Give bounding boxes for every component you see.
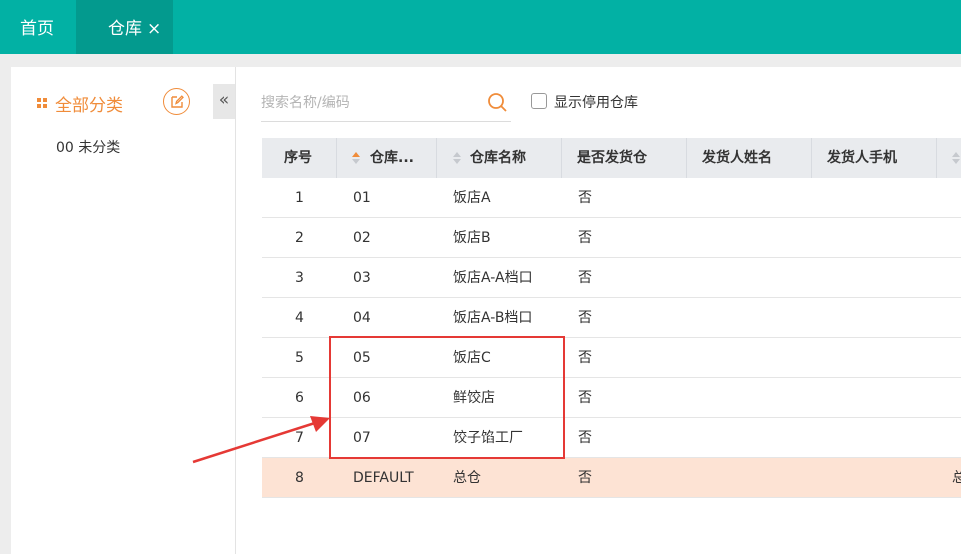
sort-icon[interactable]: [952, 152, 960, 164]
search-icon[interactable]: [487, 92, 509, 114]
header-code-label: 仓库...: [370, 150, 414, 166]
cell-index: 4: [295, 310, 304, 326]
cell-overflow: [952, 258, 961, 298]
cell-name: 饭店A: [453, 190, 491, 206]
cell-overflow: [952, 418, 961, 458]
cell-index: 3: [295, 270, 304, 286]
cell-overflow: [952, 178, 961, 218]
cell-is-shipping: 否: [578, 190, 592, 206]
warehouse-list-panel: 显示停用仓库 序号 仓库... 仓库名称 是否发货仓 发货人姓名 发货人手机 1…: [236, 67, 961, 554]
collapse-panel-button[interactable]: «: [213, 84, 235, 119]
cell-index: 8: [295, 470, 304, 486]
cell-name: 饭店A-A档口: [453, 270, 533, 286]
cell-overflow: [952, 338, 961, 378]
header-name[interactable]: 仓库名称: [437, 138, 562, 178]
table-row[interactable]: 2 02 饭店B 否: [262, 218, 961, 258]
cell-code: 03: [353, 270, 371, 286]
cell-code: 01: [353, 190, 371, 206]
cell-code: 04: [353, 310, 371, 326]
annotation-highlight-box: [329, 336, 565, 459]
category-panel: 全部分类 00 未分类: [11, 67, 236, 554]
cell-name: 饭店B: [453, 230, 491, 246]
table-row[interactable]: 1 01 饭店A 否: [262, 178, 961, 218]
cell-name: 饭店A-B档口: [453, 310, 533, 326]
cell-overflow: [952, 298, 961, 338]
header-shipper-phone: 发货人手机: [812, 138, 937, 178]
category-title[interactable]: 全部分类: [55, 91, 123, 116]
cell-overflow: 总: [952, 470, 961, 486]
sort-icon[interactable]: [453, 152, 461, 164]
cell-is-shipping: 否: [578, 230, 592, 246]
show-disabled-label: 显示停用仓库: [554, 95, 638, 111]
edit-icon: [171, 95, 184, 108]
table-row[interactable]: 4 04 饭店A-B档口 否: [262, 298, 961, 338]
cell-is-shipping: 否: [578, 390, 592, 406]
search-input[interactable]: [261, 87, 481, 119]
header-index: 序号: [262, 138, 337, 178]
show-disabled-checkbox[interactable]: [531, 93, 547, 109]
tab-warehouse[interactable]: 仓库 ×: [76, 0, 173, 54]
cell-overflow: [952, 218, 961, 258]
table-row[interactable]: 3 03 饭店A-A档口 否: [262, 258, 961, 298]
header-overflow[interactable]: [937, 138, 961, 178]
cell-name: 总仓: [453, 470, 481, 486]
category-item-uncategorized[interactable]: 00 未分类: [56, 137, 120, 157]
grid-icon: [37, 98, 48, 109]
table-row[interactable]: 8 DEFAULT 总仓 否 总: [262, 458, 961, 498]
table-header: 序号 仓库... 仓库名称 是否发货仓 发货人姓名 发货人手机: [262, 138, 961, 178]
cell-overflow: [952, 378, 961, 418]
cell-is-shipping: 否: [578, 350, 592, 366]
tab-home[interactable]: 首页: [20, 0, 54, 54]
cell-index: 1: [295, 190, 304, 206]
cell-index: 6: [295, 390, 304, 406]
cell-index: 5: [295, 350, 304, 366]
cell-index: 7: [295, 430, 304, 446]
header-is-shipping: 是否发货仓: [562, 138, 687, 178]
sort-icon[interactable]: [352, 152, 360, 164]
cell-is-shipping: 否: [578, 470, 592, 486]
header-code[interactable]: 仓库...: [337, 138, 437, 178]
header-name-label: 仓库名称: [470, 150, 526, 166]
header-shipper-name: 发货人姓名: [687, 138, 812, 178]
edit-category-button[interactable]: [163, 88, 190, 115]
cell-code: 02: [353, 230, 371, 246]
cell-is-shipping: 否: [578, 270, 592, 286]
search-box: [261, 87, 511, 122]
cell-is-shipping: 否: [578, 430, 592, 446]
tab-warehouse-label: 仓库: [108, 19, 142, 39]
top-nav-bar: 首页 仓库 ×: [0, 0, 961, 54]
close-icon[interactable]: ×: [147, 0, 161, 58]
cell-code: DEFAULT: [353, 470, 414, 486]
cell-index: 2: [295, 230, 304, 246]
cell-is-shipping: 否: [578, 310, 592, 326]
